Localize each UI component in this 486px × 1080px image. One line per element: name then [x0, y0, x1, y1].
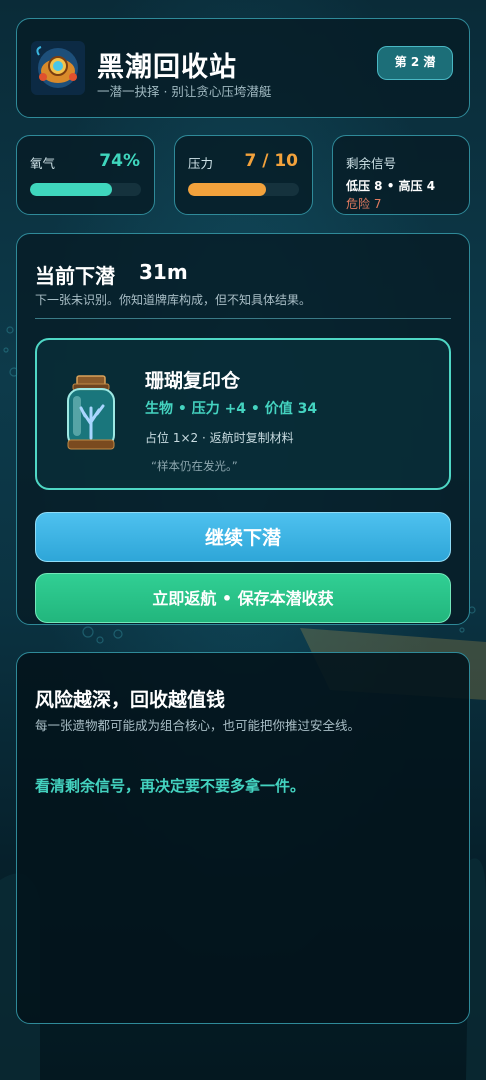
- pressure-bar-fill: [188, 183, 266, 196]
- signals-summary: 低压 8 • 高压 4: [346, 179, 436, 193]
- dive-panel: 当前下潜 31m 下一张未识别。你知道牌库构成，但不知具体结果。 珊瑚复印仓 生…: [16, 233, 470, 625]
- info-title: 风险越深，回收越值钱: [35, 689, 226, 711]
- info-tip: 看清剩余信号，再决定要不要多拿一件。: [35, 777, 306, 795]
- pressure-label: 压力: [188, 156, 214, 171]
- divider: [35, 318, 451, 319]
- info-panel: 风险越深，回收越值钱 每一张遗物都可能成为组合核心，也可能把你推过安全线。 看清…: [16, 652, 470, 1024]
- dive-title: 当前下潜: [35, 264, 115, 288]
- relic-name: 珊瑚复印仓: [145, 370, 241, 392]
- relic-card[interactable]: 珊瑚复印仓 生物 • 压力 +4 • 价值 34 占位 1×2 · 返航时复制材…: [35, 338, 451, 490]
- oxygen-label: 氧气: [30, 156, 56, 171]
- relic-slot-info: 占位 1×2 · 返航时复制材料: [145, 431, 294, 445]
- pressure-value: 7 / 10: [244, 151, 298, 171]
- dive-depth: 31m: [139, 260, 188, 284]
- dive-count-badge: 第 2 潜: [377, 46, 453, 80]
- app-subtitle: 一潜一抉择 · 别让贪心压垮潜艇: [97, 84, 272, 99]
- relic-stats: 生物 • 压力 +4 • 价值 34: [145, 401, 318, 417]
- info-description: 每一张遗物都可能成为组合核心，也可能把你推过安全线。: [35, 718, 361, 733]
- app-title: 黑潮回收站: [97, 52, 237, 83]
- oxygen-bar: [30, 183, 141, 196]
- return-button[interactable]: 立即返航 • 保存本潜收获: [35, 573, 451, 623]
- continue-dive-button[interactable]: 继续下潜: [35, 512, 451, 562]
- header-panel: 黑潮回收站 一潜一抉择 · 别让贪心压垮潜艇 第 2 潜: [16, 18, 470, 118]
- signals-label: 剩余信号: [346, 156, 397, 171]
- relic-quote: “样本仍在发光。”: [151, 459, 238, 473]
- dive-description: 下一张未识别。你知道牌库构成，但不知具体结果。: [35, 293, 312, 307]
- signals-danger: 危险 7: [346, 197, 382, 211]
- signals-stat: 剩余信号 低压 8 • 高压 4 危险 7: [332, 135, 470, 215]
- pressure-bar: [188, 183, 299, 196]
- oxygen-stat: 氧气 74%: [16, 135, 155, 215]
- oxygen-bar-fill: [30, 183, 113, 196]
- oxygen-value: 74%: [99, 151, 140, 171]
- submarine-icon: [31, 41, 85, 95]
- coral-jar-icon: [63, 374, 119, 452]
- pressure-stat: 压力 7 / 10: [174, 135, 313, 215]
